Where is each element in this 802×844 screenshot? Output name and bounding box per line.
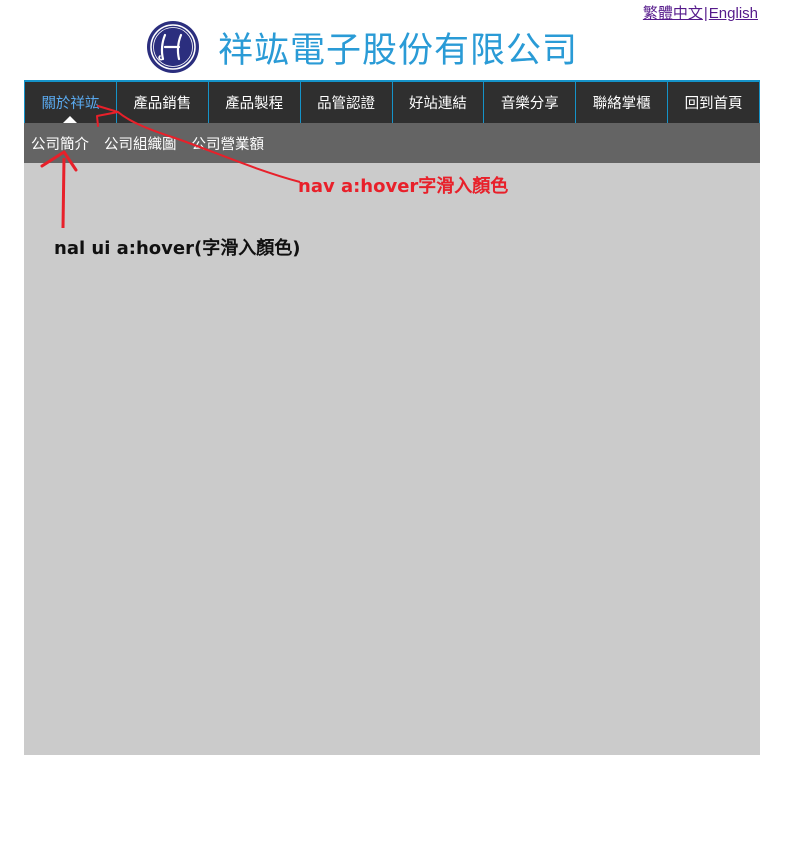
active-caret-icon xyxy=(63,116,78,123)
subnav-item-org-chart[interactable]: 公司組織圖 xyxy=(104,133,177,154)
nav-item-quality-cert[interactable]: 品管認證 xyxy=(301,82,393,123)
nav-item-label: 產品銷售 xyxy=(133,96,192,112)
nav-item-label: 好站連結 xyxy=(408,96,467,112)
seal-logo-icon[interactable] xyxy=(146,20,200,74)
subnav-item-revenue[interactable]: 公司營業額 xyxy=(192,133,265,154)
annotation-nav-hover: nav a:hover字滑入顏色 xyxy=(298,176,509,197)
site-header: 祥竑電子股份有限公司 xyxy=(146,20,578,74)
nav-item-label: 回到首頁 xyxy=(684,96,743,112)
nav-item-product-sales[interactable]: 產品銷售 xyxy=(117,82,209,123)
nav-item-about[interactable]: 關於祥竑 xyxy=(24,82,117,123)
annotation-subnav-hover: nal ui a:hover(字滑入顏色) xyxy=(54,238,301,259)
lang-traditional-chinese-link[interactable]: 繁體中文 xyxy=(643,5,703,22)
nav-item-label: 品管認證 xyxy=(317,96,376,112)
subnav-item-profile[interactable]: 公司簡介 xyxy=(31,133,89,154)
nav-item-product-process[interactable]: 產品製程 xyxy=(209,82,301,123)
company-name: 祥竑電子股份有限公司 xyxy=(218,30,579,71)
sub-nav: 公司簡介 公司組織圖 公司營業額 xyxy=(24,123,760,163)
nav-item-label: 音樂分享 xyxy=(500,96,559,112)
nav-item-label: 關於祥竑 xyxy=(41,96,100,112)
nav-item-links[interactable]: 好站連結 xyxy=(393,82,485,123)
nav-item-home[interactable]: 回到首頁 xyxy=(668,82,760,123)
nav-item-contact[interactable]: 聯絡掌櫃 xyxy=(576,82,669,123)
main-nav: 關於祥竑 產品銷售 產品製程 品管認證 好站連結 音樂分享 聯絡掌櫃 回到首頁 xyxy=(24,80,760,123)
nav-item-label: 聯絡掌櫃 xyxy=(592,96,651,112)
nav-item-music[interactable]: 音樂分享 xyxy=(484,82,577,123)
nav-item-label: 產品製程 xyxy=(225,96,284,112)
language-links: 繁體中文|English xyxy=(643,2,758,23)
lang-separator: | xyxy=(703,5,708,22)
lang-english-link[interactable]: English xyxy=(709,5,758,22)
